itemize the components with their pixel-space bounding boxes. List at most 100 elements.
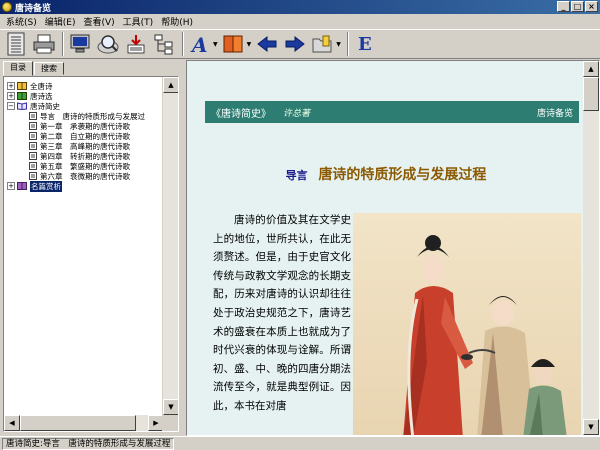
left-panel: 目录 搜索 + 全唐诗 + 唐诗选 − 唐诗简史 导言 唐诗的特质形成与发展过 [0, 60, 181, 436]
chapter-heading: 导言 唐诗的特质形成与发展过程 [187, 164, 585, 184]
maximize-button[interactable]: □ [571, 1, 584, 12]
tree-item-label: 名篇赏析 [30, 180, 62, 192]
document-icon [29, 162, 37, 170]
font-button[interactable]: A [187, 31, 213, 57]
toolbar-separator [346, 32, 349, 56]
body-text: 唐诗的价值及其在文学史上的地位，世所共认，在此无须赘述。但是，由于史官文化传统与… [213, 214, 351, 412]
document-icon [29, 132, 37, 140]
minimize-button[interactable]: _ [557, 1, 570, 12]
bookmark-folder-icon [312, 35, 332, 53]
tree-item-chapter-4[interactable]: 第四章 转折期的唐代诗歌 [7, 151, 164, 161]
document-icon [29, 112, 37, 120]
tree-item-intro[interactable]: 导言 唐诗的特质形成与发展过 [7, 111, 164, 121]
book-list-button[interactable] [3, 31, 29, 57]
tree-horizontal-scrollbar[interactable]: ◀ ▶ [4, 415, 164, 431]
book-header-bar: 《唐诗简史》 许总著 唐诗备览 [205, 101, 579, 123]
tree-view-icon [154, 34, 173, 55]
tree-content: + 全唐诗 + 唐诗选 − 唐诗简史 导言 唐诗的特质形成与发展过 第一章 承袭… [4, 77, 164, 415]
scroll-corner [162, 415, 178, 431]
series-title: 唐诗备览 [536, 108, 573, 119]
download-button[interactable] [123, 31, 149, 57]
tree-item-quan-tangshi[interactable]: + 全唐诗 [7, 81, 164, 91]
download-icon [127, 35, 145, 54]
tree-expander[interactable]: − [7, 102, 15, 110]
chapter-title: 唐诗的特质形成与发展过程 [318, 167, 487, 183]
english-button[interactable]: E [352, 31, 378, 57]
document-icon [29, 122, 37, 130]
tree-item-tangshi-jianshi[interactable]: − 唐诗简史 [7, 101, 164, 111]
content-scroll-up-button[interactable]: ▲ [583, 61, 599, 77]
tang-ladies-painting [353, 213, 581, 435]
menu-tools[interactable]: 工具(T) [119, 15, 158, 28]
toolbar-separator [182, 32, 184, 56]
document-icon [29, 142, 37, 150]
content-vertical-scrollbar[interactable]: ▲ ▼ [583, 61, 599, 435]
close-button[interactable]: × [585, 1, 598, 12]
tree-item-chapter-2[interactable]: 第二章 自立期的唐代诗歌 [7, 131, 164, 141]
menu-edit[interactable]: 编辑(E) [41, 15, 80, 28]
tab-search[interactable]: 搜索 [34, 62, 64, 75]
books-dropdown-arrow[interactable]: ▼ [247, 41, 252, 48]
tree-item-chapter-6[interactable]: 第六章 衰微期的唐代诗歌 [7, 171, 164, 181]
tree-expander[interactable]: + [7, 182, 15, 190]
toolbar: A ▼ ▼ ▼ E [0, 29, 600, 59]
menu-system[interactable]: 系统(S) [2, 15, 41, 28]
books-icon [223, 35, 243, 53]
left-tabs: 目录 搜索 [3, 61, 65, 76]
monitor-icon [70, 34, 90, 53]
scroll-up-button[interactable]: ▲ [163, 77, 178, 93]
book-icon [17, 182, 27, 190]
search-magnifier-icon [97, 35, 119, 54]
toolbar-separator [62, 32, 64, 56]
open-book-icon [17, 102, 27, 110]
font-icon: A [190, 33, 208, 55]
display-button[interactable] [67, 31, 93, 57]
bookmark-dropdown-arrow[interactable]: ▼ [336, 41, 341, 48]
svg-text:A: A [190, 33, 208, 55]
scroll-thumb[interactable] [20, 415, 136, 431]
book-list-icon [7, 32, 25, 56]
app-icon [2, 2, 12, 12]
book-icon [17, 82, 27, 90]
window-controls: _ □ × [557, 1, 598, 12]
scroll-left-button[interactable]: ◀ [4, 415, 20, 431]
scroll-down-button[interactable]: ▼ [163, 399, 178, 415]
document-icon [29, 172, 37, 180]
printer-icon [33, 34, 55, 54]
document-icon [29, 152, 37, 160]
book-title: 《唐诗简史》 [211, 108, 271, 120]
tree-expander[interactable]: + [7, 82, 15, 90]
bookmark-button[interactable] [310, 31, 336, 57]
menu-view[interactable]: 查看(V) [79, 15, 118, 28]
book-author: 许总著 [283, 108, 311, 119]
content-scroll-down-button[interactable]: ▼ [583, 419, 599, 435]
tab-contents[interactable]: 目录 [3, 61, 33, 76]
menu-bar: 系统(S) 编辑(E) 查看(V) 工具(T) 帮助(H) [0, 14, 600, 28]
status-bar: 唐诗简史:导言 唐诗的特质形成与发展过程 [0, 436, 600, 450]
back-arrow-icon [257, 35, 277, 53]
window-title: 唐诗备览 [15, 3, 52, 14]
forward-arrow-icon [285, 35, 306, 53]
english-icon: E [358, 33, 372, 55]
back-button[interactable] [254, 31, 280, 57]
content-scroll-thumb[interactable] [583, 77, 599, 111]
chapter-label: 导言 [285, 169, 308, 182]
tree-expander[interactable]: + [7, 92, 15, 100]
books-button[interactable] [221, 31, 247, 57]
menu-help[interactable]: 帮助(H) [157, 15, 197, 28]
forward-button[interactable] [282, 31, 308, 57]
tree-item-chapter-3[interactable]: 第三章 高峰期的唐代诗歌 [7, 141, 164, 151]
tree-item-tangshi-xuan[interactable]: + 唐诗选 [7, 91, 164, 101]
font-dropdown-arrow[interactable]: ▼ [213, 41, 218, 48]
book-icon [17, 92, 27, 100]
tree-view-button[interactable] [151, 31, 177, 57]
status-text: 唐诗简史:导言 唐诗的特质形成与发展过程 [2, 437, 175, 450]
tree-item-chapter-5[interactable]: 第五章 繁盛期的唐代诗歌 [7, 161, 164, 171]
content-pane: 《唐诗简史》 许总著 唐诗备览 导言 唐诗的特质形成与发展过程 唐诗的价值及其在… [186, 60, 600, 436]
tree-item-chapter-1[interactable]: 第一章 承袭期的唐代诗歌 [7, 121, 164, 131]
print-button[interactable] [31, 31, 57, 57]
search-button[interactable] [95, 31, 121, 57]
title-bar: 唐诗备览 _ □ × [0, 0, 600, 14]
tree-vertical-scrollbar[interactable]: ▲ ▼ [162, 77, 178, 415]
tree-item-mingpian-shangxi[interactable]: + 名篇赏析 [7, 180, 164, 192]
